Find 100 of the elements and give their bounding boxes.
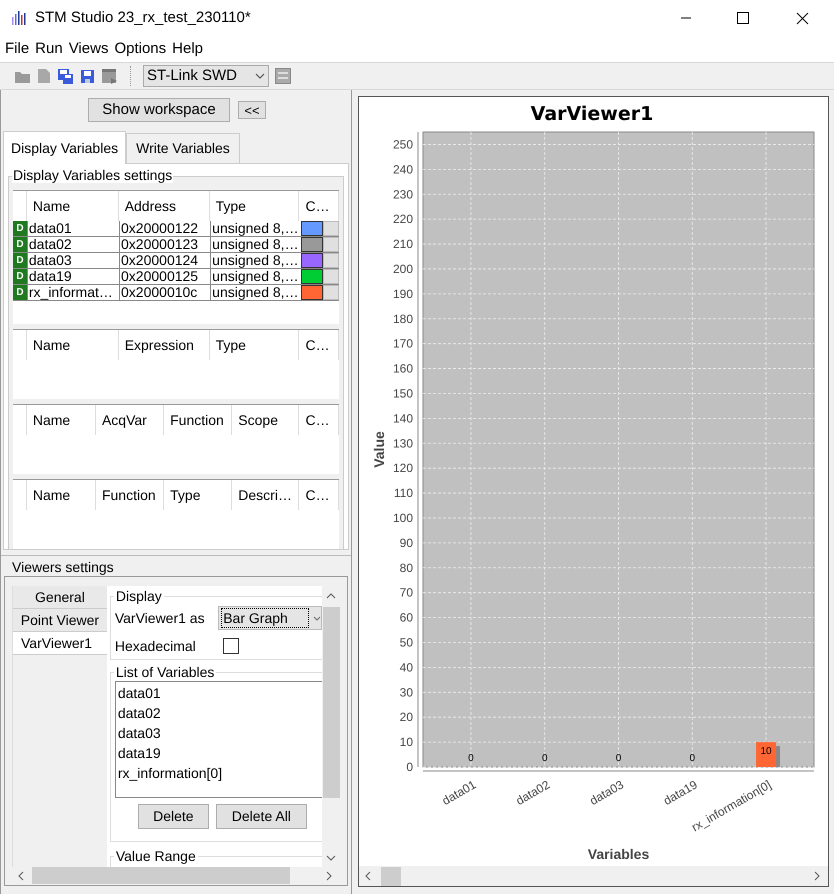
variable-badge: D (13, 269, 27, 284)
column-header[interactable]: Descri… (232, 480, 300, 510)
color-swatch[interactable] (301, 285, 324, 300)
y-tick-label: 70 (400, 586, 413, 600)
tab[interactable]: Display Variables (3, 131, 126, 164)
list-item[interactable]: data03 (118, 723, 322, 743)
column-header[interactable]: Function (164, 405, 232, 435)
color-swatch[interactable] (301, 221, 324, 236)
menu-item[interactable]: Options (111, 38, 170, 60)
table-cell: unsigned 8,… (210, 269, 300, 284)
list-item[interactable]: data01 (118, 683, 322, 703)
menu-item[interactable]: File (2, 38, 32, 60)
viewer-tab[interactable]: VarViewer1 (13, 632, 107, 655)
color-swatch[interactable] (301, 269, 324, 284)
chevron-down-icon (255, 73, 265, 79)
checkbox[interactable] (222, 638, 239, 654)
table-cell: data01 (26, 221, 120, 236)
field-label: VarViewer1 as (114, 608, 206, 628)
save-all-icon[interactable] (57, 68, 74, 84)
app-icon (11, 11, 27, 25)
bar (756, 742, 780, 767)
viewer-tab[interactable]: General (13, 586, 107, 609)
column-header[interactable]: Scope (232, 405, 300, 435)
data-label: 10 (760, 746, 772, 758)
cell-button[interactable] (323, 237, 339, 252)
column-header[interactable]: Name (26, 405, 96, 435)
variable-badge: D (13, 237, 27, 252)
menu-item[interactable]: Help (169, 38, 206, 60)
column-header[interactable]: Type (164, 480, 232, 510)
column-header[interactable]: C… (299, 405, 339, 435)
cell-button[interactable] (323, 253, 339, 268)
list-item[interactable]: data02 (118, 703, 322, 723)
column-header[interactable]: C… (299, 330, 339, 360)
connection-dropdown[interactable]: ST-Link SWD (143, 65, 269, 87)
table-cell: unsigned 8,… (210, 237, 300, 252)
chevron-down-icon[interactable] (326, 855, 336, 861)
layout-icon[interactable] (275, 68, 291, 84)
chevron-up-icon[interactable] (326, 593, 336, 599)
data-label: 0 (542, 753, 548, 764)
maximize-icon[interactable] (737, 12, 749, 24)
window-icon[interactable] (101, 68, 118, 84)
viewer-tab[interactable]: Point Viewer (13, 609, 107, 632)
action-button[interactable]: Delete (138, 804, 209, 829)
cell-button[interactable] (323, 285, 339, 300)
y-tick-label: 220 (392, 212, 413, 226)
window-title: STM Studio 23_rx_test_230110* (35, 8, 251, 28)
table-cell: 0x20000125 (119, 269, 210, 284)
table-cell: unsigned 8,… (210, 221, 300, 236)
y-tick-label: 30 (400, 685, 413, 700)
column-header[interactable]: Expression (118, 330, 210, 360)
menu-item[interactable]: Run (32, 38, 66, 60)
column-header[interactable]: AcqVar (96, 405, 164, 435)
chevron-right-icon[interactable] (814, 871, 820, 881)
column-header[interactable]: Name (26, 480, 96, 510)
chevron-left-icon[interactable] (365, 871, 371, 881)
horizontal-scrollbar[interactable] (359, 866, 828, 886)
chart-title: VarViewer1 (530, 103, 654, 125)
list-item[interactable]: data19 (118, 743, 322, 763)
variables-list[interactable]: data01 data02 data03 data19 rx_information[0] (114, 681, 322, 798)
section-title: Viewers settings (11, 559, 115, 575)
list-item[interactable]: rx_information[0] (118, 763, 322, 783)
y-tick-label: 230 (392, 187, 413, 202)
axis-title: Variables (588, 846, 650, 862)
table-cell: unsigned 8,… (210, 285, 300, 300)
cell-button[interactable] (323, 269, 339, 284)
scrollbar-thumb[interactable] (322, 607, 340, 798)
column-header[interactable]: Name (26, 330, 119, 360)
action-button[interactable]: Delete All (216, 804, 307, 829)
variable-badge: D (13, 285, 27, 300)
tab[interactable]: Write Variables (126, 133, 240, 163)
y-tick-label: 160 (392, 362, 413, 376)
y-tick-label: 210 (392, 237, 413, 252)
y-tick-label: 200 (392, 262, 413, 276)
color-swatch[interactable] (301, 237, 324, 252)
chevron-left-icon[interactable] (18, 870, 24, 880)
group-title: List of Variables (114, 664, 216, 680)
y-tick-label: 130 (392, 436, 413, 450)
close-icon[interactable] (796, 12, 809, 24)
collapse-button[interactable]: << (238, 101, 266, 119)
y-tick-label: 110 (394, 486, 413, 500)
table-cell: data19 (26, 269, 120, 284)
chevron-right-icon[interactable] (326, 870, 332, 880)
y-tick-label: 40 (400, 660, 413, 674)
y-tick-label: 100 (392, 510, 413, 525)
y-tick-label: 180 (392, 312, 413, 326)
view-mode-dropdown[interactable]: Bar Graph (218, 606, 322, 630)
scrollbar-thumb[interactable] (381, 866, 401, 886)
table-cell: 0x2000010c (119, 285, 210, 300)
color-swatch[interactable] (301, 253, 324, 268)
cell-button[interactable] (323, 221, 339, 236)
y-tick-label: 90 (400, 536, 413, 550)
save-icon[interactable] (80, 68, 95, 84)
y-tick-label: 10 (400, 735, 413, 750)
menu-item[interactable]: Views (66, 38, 112, 60)
column-header[interactable]: C… (299, 480, 339, 510)
axis-title: Value (371, 431, 387, 468)
column-header[interactable]: Type (210, 330, 300, 360)
scrollbar-thumb[interactable] (32, 867, 290, 884)
column-header[interactable]: Function (96, 480, 164, 510)
show-workspace-button[interactable]: Show workspace (88, 98, 230, 122)
